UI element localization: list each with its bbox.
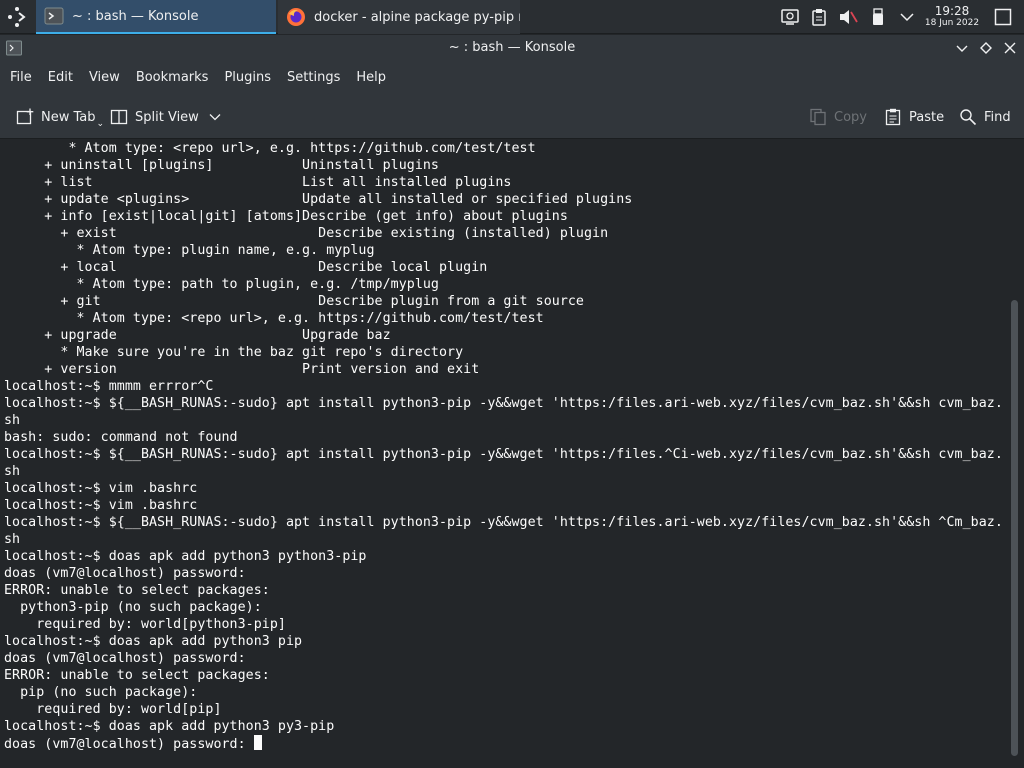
maximize-button[interactable] <box>978 40 994 56</box>
find-button[interactable]: Find <box>959 103 1011 131</box>
terminal-line: pip (no such package): <box>4 685 198 700</box>
terminal-line: localhost:~$ doas apk add python3 pip <box>4 634 303 649</box>
firefox-icon <box>286 7 306 27</box>
terminal-line: localhost:~$ ${__BASH_RUNAS:-sudo} apt i… <box>4 515 1003 530</box>
new-tab-label: New Tab <box>41 109 96 125</box>
terminal-line: + uninstall [plugins] Uninstall plugins <box>4 158 439 173</box>
terminal-icon <box>44 6 64 26</box>
terminal-line: + version Print version and exit <box>4 362 480 377</box>
clock[interactable]: 19:28 18 Jun 2022 <box>920 5 984 28</box>
terminal-prompt-line: doas (vm7@localhost) password: <box>4 735 1008 752</box>
terminal-line: + update <plugins> Update all installed … <box>4 192 633 207</box>
terminal-line: required by: world[python3-pip] <box>4 617 286 632</box>
scrollbar-handle[interactable] <box>1011 300 1018 756</box>
copy-button[interactable]: Copy <box>809 103 867 131</box>
chevron-down-icon[interactable] <box>896 0 918 34</box>
terminal-line: sh <box>4 464 21 479</box>
menu-settings[interactable]: Settings <box>279 61 348 95</box>
usb-device-icon[interactable] <box>868 0 888 34</box>
terminal-line: bash: sudo: command not found <box>4 430 238 445</box>
window-titlebar[interactable]: ~ : bash — Konsole <box>0 35 1024 61</box>
terminal-line: + exist Describe existing (installed) pl… <box>4 226 609 241</box>
new-tab-button[interactable]: New Tab ⌄ <box>16 103 104 131</box>
terminal-line: * Atom type: plugin name, e.g. myplug <box>4 243 375 258</box>
terminal-line: localhost:~$ vim .bashrc <box>4 498 198 513</box>
menu-bar: File Edit View Bookmarks Plugins Setting… <box>0 61 1024 95</box>
window-title: ~ : bash — Konsole <box>448 40 576 55</box>
terminal-line: sh <box>4 532 21 547</box>
terminal-prompt-text: doas (vm7@localhost) password: <box>4 737 254 752</box>
task-label: ~ : bash — Konsole <box>72 8 199 24</box>
terminal-line: + list List all installed plugins <box>4 175 512 190</box>
terminal-line: localhost:~$ ${__BASH_RUNAS:-sudo} apt i… <box>4 447 1003 462</box>
terminal-cursor <box>253 735 262 750</box>
screen-icon[interactable] <box>778 0 802 34</box>
terminal-line: + info [exist|local|git] [atoms]Describe… <box>4 209 568 224</box>
terminal-line: sh <box>4 413 21 428</box>
terminal-line: localhost:~$ ${__BASH_RUNAS:-sudo} apt i… <box>4 396 1003 411</box>
clipboard-icon[interactable] <box>808 0 830 34</box>
clock-time: 19:28 <box>934 4 970 18</box>
app-launcher-icon[interactable] <box>4 4 30 30</box>
terminal-line: localhost:~$ doas apk add python3 python… <box>4 549 367 564</box>
split-view-icon <box>110 109 128 125</box>
terminal-line: + upgrade Upgrade baz <box>4 328 391 343</box>
new-tab-menu-indicator: ⌄ <box>96 119 105 129</box>
terminal-line: * Atom type: <repo url>, e.g. https://gi… <box>4 141 536 156</box>
terminal-line: localhost:~$ vim .bashrc <box>4 481 198 496</box>
taskbar-task-firefox[interactable]: docker - alpine package py-pip m... <box>278 0 520 34</box>
paste-icon <box>885 108 901 126</box>
minimize-button[interactable] <box>954 40 970 56</box>
terminal-line: * Make sure you're in the baz git repo's… <box>4 345 464 360</box>
task-label: docker - alpine package py-pip m... <box>314 9 520 25</box>
find-label: Find <box>984 109 1011 125</box>
menu-view[interactable]: View <box>81 61 128 95</box>
terminal-line: ERROR: unable to select packages: <box>4 583 270 598</box>
terminal-line: localhost:~$ mmmm errror^C <box>4 379 214 394</box>
terminal-line: doas (vm7@localhost) password: <box>4 566 246 581</box>
terminal-line: ERROR: unable to select packages: <box>4 668 270 683</box>
toolbar: New Tab ⌄ Split View Copy Paste Find <box>0 95 1024 139</box>
terminal-line: + local Describe local plugin <box>4 260 488 275</box>
search-icon <box>960 109 977 126</box>
chevron-down-icon <box>209 114 221 121</box>
terminal-line: localhost:~$ doas apk add python3 py3-pi… <box>4 719 335 734</box>
terminal-line: + git Describe plugin from a git source <box>4 294 584 309</box>
terminal-line: python3-pip (no such package): <box>4 600 262 615</box>
show-desktop-icon[interactable] <box>990 0 1016 34</box>
paste-label: Paste <box>909 109 945 125</box>
menu-plugins[interactable]: Plugins <box>216 61 279 95</box>
split-view-label: Split View <box>135 109 199 125</box>
volume-muted-icon[interactable] <box>836 0 860 34</box>
taskbar: ~ : bash — Konsole docker - alpine packa… <box>0 0 1024 34</box>
split-view-button[interactable]: Split View <box>110 103 221 131</box>
terminal-output[interactable]: * Atom type: <repo url>, e.g. https://gi… <box>0 140 1008 768</box>
menu-bookmarks[interactable]: Bookmarks <box>128 61 217 95</box>
copy-label: Copy <box>834 109 867 125</box>
terminal-line: required by: world[pip] <box>4 702 222 717</box>
terminal-line: doas (vm7@localhost) password: <box>4 651 246 666</box>
menu-edit[interactable]: Edit <box>40 61 81 95</box>
terminal-line: * Atom type: path to plugin, e.g. /tmp/m… <box>4 277 439 292</box>
close-button[interactable] <box>1002 40 1018 56</box>
taskbar-task-konsole[interactable]: ~ : bash — Konsole <box>36 0 276 34</box>
paste-button[interactable]: Paste <box>884 103 944 131</box>
clock-date: 18 Jun 2022 <box>924 18 980 28</box>
terminal-line: * Atom type: <repo url>, e.g. https://gi… <box>4 311 544 326</box>
new-tab-icon <box>16 108 34 125</box>
copy-icon <box>810 108 826 126</box>
menu-file[interactable]: File <box>2 61 40 95</box>
menu-help[interactable]: Help <box>348 61 394 95</box>
